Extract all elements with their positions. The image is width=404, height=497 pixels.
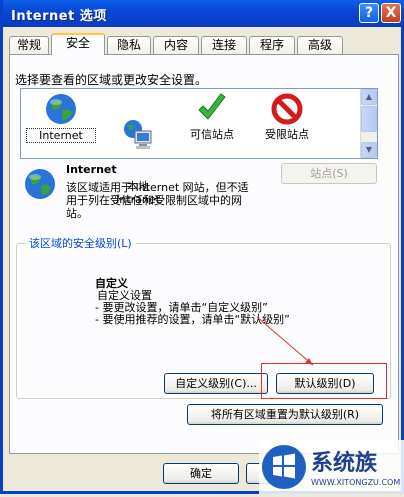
site-watermark-logo: 系统族 WWW.XITONGZU.COM	[259, 440, 404, 494]
custom-level-button[interactable]: 自定义级别(C)...	[164, 373, 268, 394]
window-title: Internet 选项	[11, 9, 107, 24]
security-level-description: 自定义设置 - 要更改设置，请单击“自定义级别” - 要使用推荐的设置，请单击“…	[95, 290, 290, 326]
tab-general[interactable]: 常规	[9, 36, 49, 54]
selected-zone-globe-icon	[23, 167, 57, 204]
zone-label: Internet	[26, 128, 96, 143]
level-line: - 要使用推荐的设置，请单击“默认级别”	[95, 313, 290, 326]
svg-text:WWW.XITONGZU.COM: WWW.XITONGZU.COM	[311, 478, 400, 487]
selected-zone-title: Internet	[66, 163, 117, 176]
close-button[interactable]: X	[381, 3, 401, 23]
zone-label: 受限站点	[265, 128, 309, 141]
globe-icon	[26, 92, 96, 126]
tab-privacy[interactable]: 隐私	[107, 36, 151, 54]
internet-options-window: Internet 选项 ? X 常规 安全 隐私 内容 连接 程序 高级 选择要…	[0, 0, 404, 494]
tab-programs[interactable]: 程序	[249, 36, 295, 54]
sites-button[interactable]: 站点(S)	[281, 163, 377, 184]
tab-connections[interactable]: 连接	[201, 36, 247, 54]
zone-restricted[interactable]: 受限站点	[252, 92, 322, 141]
tab-content[interactable]: 内容	[153, 36, 199, 54]
help-button[interactable]: ?	[359, 3, 379, 23]
checkmark-icon	[177, 92, 247, 126]
intro-text: 选择要查看的区域或更改安全设置。	[15, 73, 208, 87]
ok-button[interactable]: 确定	[163, 463, 239, 484]
zone-label: 可信站点	[190, 128, 234, 141]
intranet-icon	[103, 118, 173, 152]
selected-zone-description: 该区域适用于 Internet 网站，但不适用于列在受信任和受限制区域中的网站。	[66, 181, 249, 220]
zone-list-scrollbar[interactable]: ▲ ▼	[360, 89, 377, 158]
title-bar[interactable]: Internet 选项 ? X	[3, 0, 404, 27]
zone-internet[interactable]: Internet	[26, 92, 96, 143]
scroll-thumb[interactable]	[361, 106, 377, 132]
scroll-down-arrow-icon[interactable]: ▼	[361, 142, 377, 158]
zone-trusted[interactable]: 可信站点	[177, 92, 247, 141]
tab-advanced[interactable]: 高级	[297, 36, 343, 54]
security-level-label: 该区域的安全级别(L)	[25, 235, 136, 251]
tab-security[interactable]: 安全	[51, 33, 105, 55]
zone-list: Internet 本地 Intranet 可信站点 受限站点 ▲ ▼	[20, 88, 378, 206]
svg-text:系统族: 系统族	[311, 450, 378, 476]
restricted-icon	[252, 92, 322, 126]
reset-all-zones-button[interactable]: 将所有区域重置为默认级别(R)	[187, 404, 383, 425]
scroll-up-arrow-icon[interactable]: ▲	[361, 89, 377, 105]
annotation-highlight-box	[261, 363, 387, 399]
